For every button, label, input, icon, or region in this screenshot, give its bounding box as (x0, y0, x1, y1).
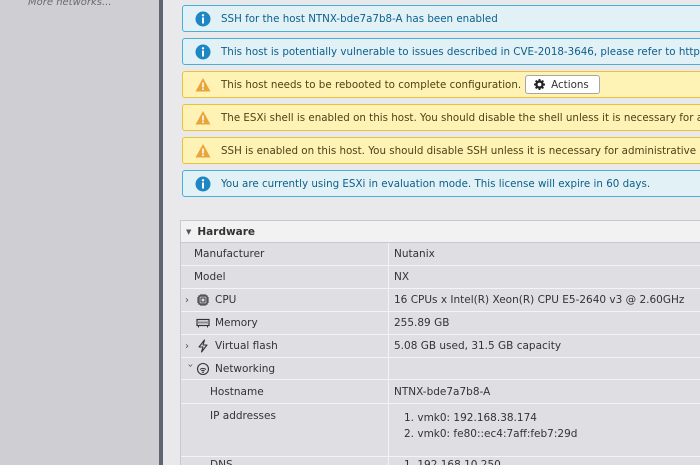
info-icon (195, 176, 211, 191)
network-icon (196, 362, 210, 375)
row-cpu[interactable]: › CPU 16 CPUs x Intel(R) Xeon(R) CPU E5-… (181, 289, 700, 312)
row-label: DNS (181, 457, 389, 465)
row-value: NTNX-bde7a7b8-A (389, 380, 700, 403)
row-manufacturer: Manufacturer Nutanix (181, 243, 700, 266)
row-value: 1. 192.168.10.250 (389, 457, 700, 465)
alert-text: SSH for the host NTNX-bde7a7b8-A has bee… (221, 12, 498, 25)
memory-icon (196, 318, 210, 328)
actions-label: Actions (551, 78, 589, 91)
row-value: NX (389, 266, 700, 288)
row-memory: Memory 255.89 GB (181, 312, 700, 335)
sidebar: More networks... (0, 0, 159, 465)
row-label: Memory (215, 317, 258, 329)
row-value: 255.89 GB (389, 312, 700, 334)
ip-address-item: 1. vmk0: 192.168.38.174 (404, 412, 537, 424)
row-value: 16 CPUs x Intel(R) Xeon(R) CPU E5-2640 v… (389, 289, 700, 311)
row-label: Model (181, 266, 389, 288)
hardware-title: Hardware (197, 225, 256, 238)
row-label: Manufacturer (181, 243, 389, 265)
row-label: Virtual flash (215, 340, 278, 352)
warning-icon (195, 77, 211, 91)
ip-address-list: 1. vmk0: 192.168.38.174 2. vmk0: fe80::e… (394, 410, 577, 442)
actions-button[interactable]: Actions (525, 75, 600, 94)
hardware-header[interactable]: ▼ Hardware (181, 221, 700, 243)
row-dns: DNS 1. 192.168.10.250 (181, 457, 700, 465)
hardware-panel: ▼ Hardware Manufacturer Nutanix Model NX… (180, 220, 700, 465)
cpu-icon (197, 294, 209, 306)
alert-text: SSH is enabled on this host. You should … (221, 144, 700, 157)
collapse-caret-icon[interactable]: ▼ (186, 228, 191, 236)
gear-icon (534, 79, 546, 90)
collapse-arrow-icon[interactable]: › (185, 364, 196, 374)
info-icon (195, 44, 211, 59)
expand-arrow-icon[interactable]: › (185, 295, 195, 306)
alert-reboot: This host needs to be rebooted to comple… (182, 71, 700, 98)
alert-text: You are currently using ESXi in evaluati… (221, 177, 651, 190)
flash-icon (198, 339, 208, 353)
row-networking[interactable]: › Networking (181, 358, 700, 380)
row-label: Hostname (181, 380, 389, 403)
alert-esxi-shell: The ESXi shell is enabled on this host. … (182, 104, 700, 131)
alert-ssh-enabled: SSH for the host NTNX-bde7a7b8-A has bee… (182, 5, 700, 32)
row-value: 5.08 GB used, 31.5 GB capacity (389, 335, 700, 357)
row-hostname: Hostname NTNX-bde7a7b8-A (181, 380, 700, 404)
row-label: Networking (215, 362, 276, 375)
alert-text: The ESXi shell is enabled on this host. … (221, 111, 700, 124)
row-virtual-flash[interactable]: › Virtual flash 5.08 GB used, 31.5 GB ca… (181, 335, 700, 358)
info-icon (195, 11, 211, 26)
row-model: Model NX (181, 266, 700, 289)
alert-text: This host needs to be rebooted to comple… (221, 78, 522, 91)
warning-icon (195, 110, 211, 124)
main-content: SSH for the host NTNX-bde7a7b8-A has bee… (172, 0, 700, 465)
alert-text: This host is potentially vulnerable to i… (221, 45, 700, 58)
alert-ssh-warning: SSH is enabled on this host. You should … (182, 137, 700, 164)
more-networks-link[interactable]: More networks... (28, 0, 112, 8)
warning-icon (195, 143, 211, 157)
row-value (389, 358, 700, 379)
ip-address-item: 2. vmk0: fe80::ec4:7aff:feb7:29d (404, 428, 578, 440)
row-label: IP addresses (181, 404, 389, 456)
row-ip-addresses: IP addresses 1. vmk0: 192.168.38.174 2. … (181, 404, 700, 457)
alert-cve: This host is potentially vulnerable to i… (182, 38, 700, 65)
row-label: CPU (215, 294, 237, 306)
row-value: Nutanix (389, 243, 700, 265)
alert-evaluation-mode: You are currently using ESXi in evaluati… (182, 170, 700, 197)
expand-arrow-icon[interactable]: › (185, 341, 195, 352)
